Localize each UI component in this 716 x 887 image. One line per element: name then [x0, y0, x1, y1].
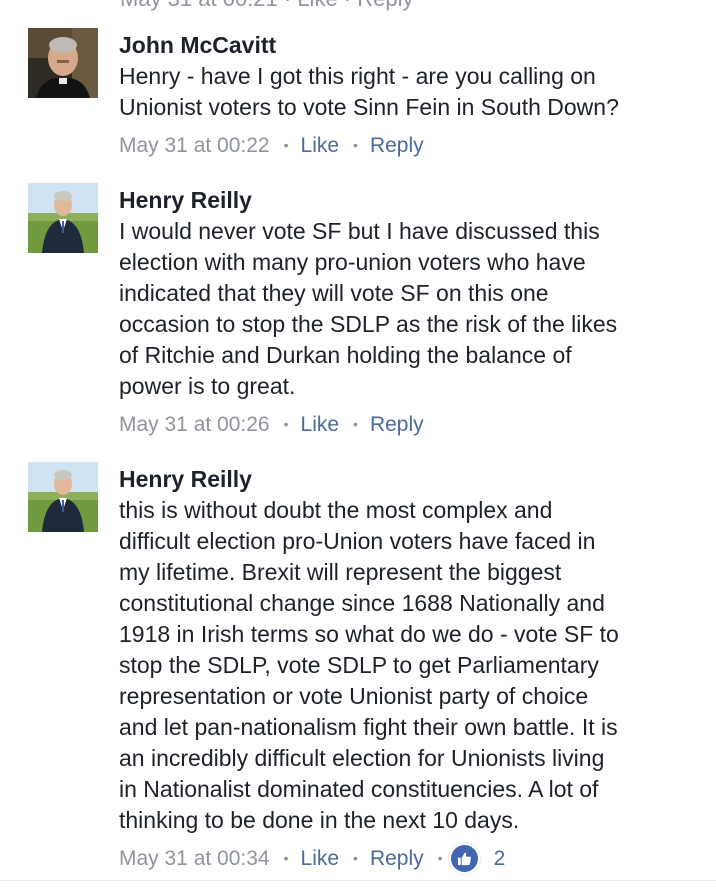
comment-text: this is without doubt the most complex a… — [119, 497, 619, 833]
meta-separator: • — [353, 137, 358, 153]
comment-timestamp[interactable]: May 31 at 00:22 — [119, 130, 270, 161]
comment-text: Henry - have I got this right - are you … — [119, 63, 619, 120]
avatar-photo — [28, 462, 98, 532]
comment-body: Henry Reilly I would never vote SF but I… — [119, 185, 704, 440]
comment-meta: May 31 at 00:26 • Like • Reply — [119, 409, 704, 440]
comment-timestamp[interactable]: May 31 at 00:26 — [119, 409, 270, 440]
meta-separator: • — [353, 850, 358, 866]
reaction-count[interactable]: 2 — [494, 843, 506, 874]
reply-link[interactable]: Reply — [370, 130, 424, 161]
comment-meta: May 31 at 00:34 • Like • Reply • 2 — [119, 843, 704, 874]
meta-separator: • — [437, 850, 443, 866]
like-link[interactable]: Like — [301, 409, 340, 440]
like-link[interactable]: Like — [301, 843, 340, 874]
meta-separator: • — [283, 416, 289, 432]
reply-link[interactable]: Reply — [370, 843, 424, 874]
avatar[interactable] — [28, 183, 98, 253]
thumbs-up-glyph — [457, 852, 471, 866]
avatar-photo — [28, 28, 98, 98]
avatar[interactable] — [28, 462, 98, 532]
reply-link[interactable]: Reply — [370, 409, 424, 440]
thumbs-up-icon[interactable] — [448, 843, 480, 874]
meta-separator: • — [283, 137, 289, 153]
avatar-photo — [28, 183, 98, 253]
comment-author[interactable]: Henry Reilly — [119, 185, 704, 216]
meta-separator: • — [353, 416, 358, 432]
like-link[interactable]: Like — [301, 130, 340, 161]
avatar[interactable] — [28, 28, 98, 98]
comment-timestamp[interactable]: May 31 at 00:34 — [119, 843, 270, 874]
comment-author[interactable]: Henry Reilly — [119, 464, 704, 495]
divider — [0, 880, 716, 881]
comment-body: Henry Reilly this is without doubt the m… — [119, 464, 704, 874]
meta-separator: • — [283, 850, 289, 866]
clipped-previous-meta: May 31 at 00:21 · Like · Reply — [120, 0, 413, 12]
comment-text: I would never vote SF but I have discuss… — [119, 218, 618, 399]
comment-body: John McCavitt Henry - have I got this ri… — [119, 30, 704, 161]
comment-author[interactable]: John McCavitt — [119, 30, 704, 61]
comment-meta: May 31 at 00:22 • Like • Reply — [119, 130, 704, 161]
